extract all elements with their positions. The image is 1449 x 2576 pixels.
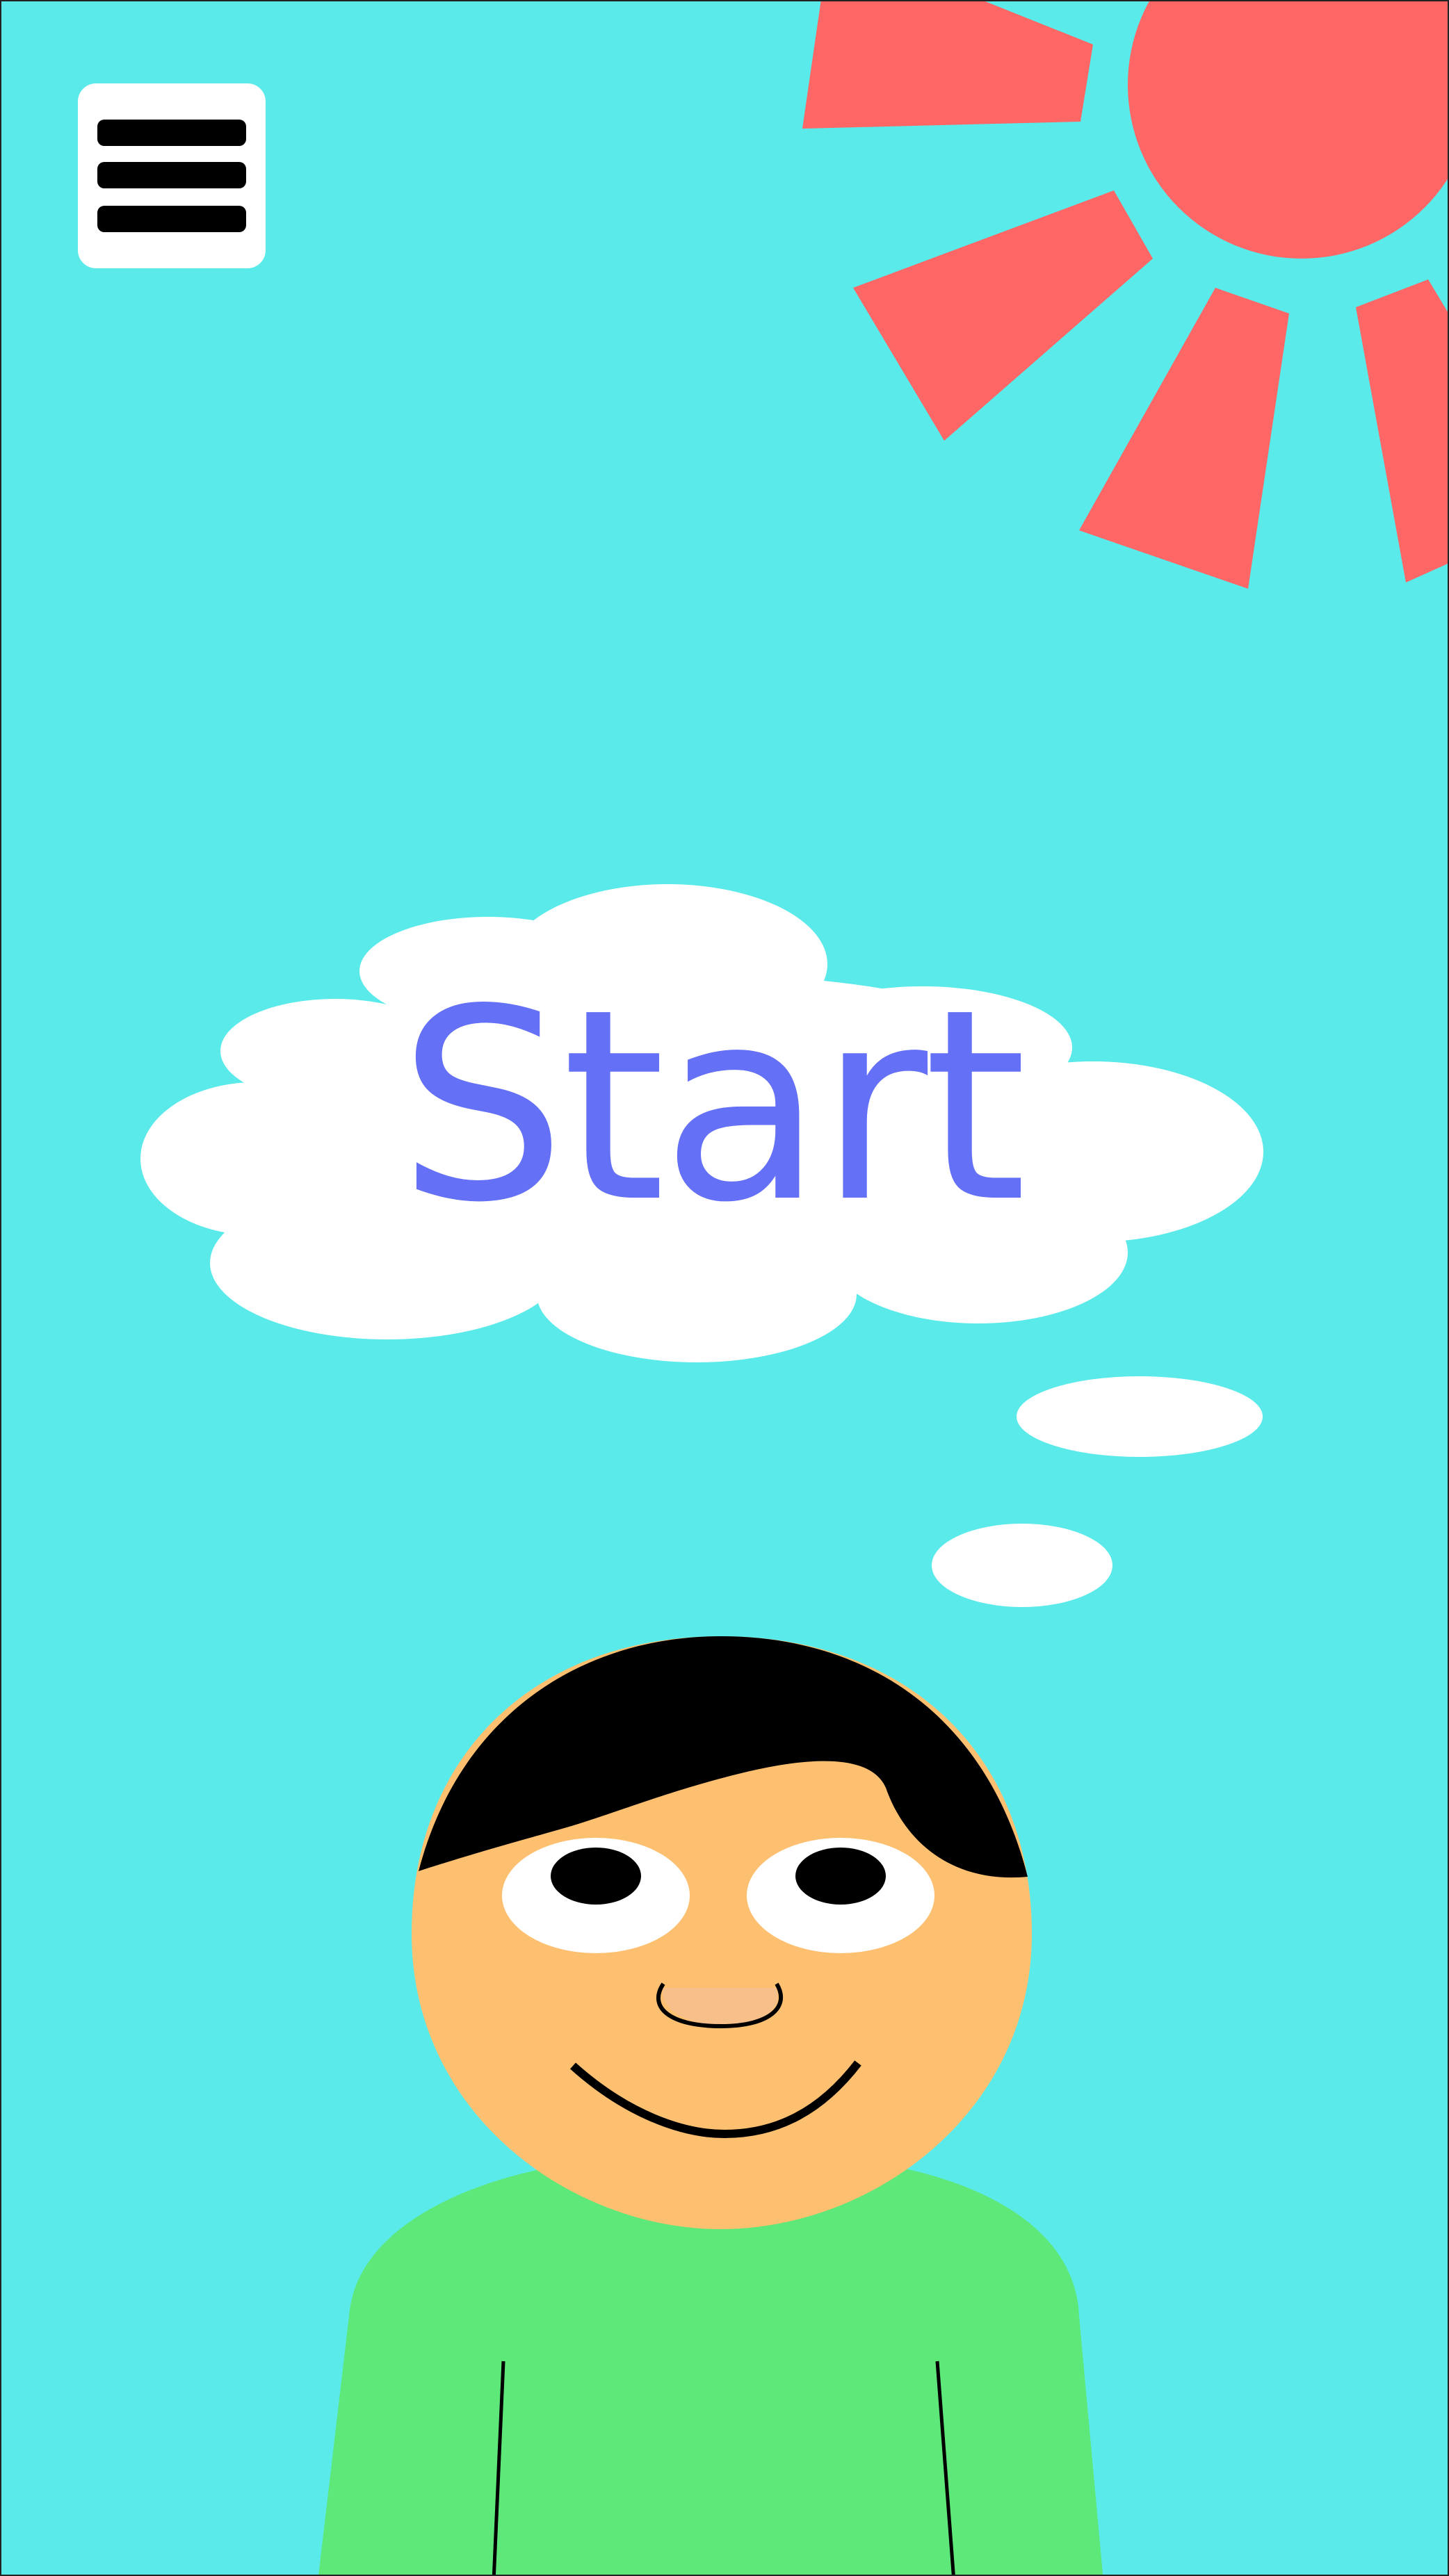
- start-button[interactable]: Start: [328, 961, 1093, 1253]
- menu-bar-middle: [97, 162, 246, 188]
- game-screen: Start: [0, 0, 1449, 2576]
- left-pupil: [551, 1848, 641, 1905]
- menu-bar-top: [97, 120, 246, 146]
- scene-illustration: [140, 1, 1448, 2575]
- sun-ray: [853, 190, 1153, 441]
- menu-bar-bottom: [97, 206, 246, 232]
- sun-icon: [802, 1, 1448, 589]
- sun-ray: [1356, 279, 1448, 582]
- sun-ray: [1079, 288, 1289, 589]
- right-pupil: [795, 1848, 886, 1905]
- thought-bubble-large: [1017, 1376, 1263, 1457]
- sun-disc: [1128, 1, 1448, 259]
- character-head: [412, 1636, 1032, 2229]
- menu-button[interactable]: [78, 83, 266, 268]
- sun-ray: [802, 1, 1093, 129]
- thought-bubble-small: [932, 1524, 1112, 1607]
